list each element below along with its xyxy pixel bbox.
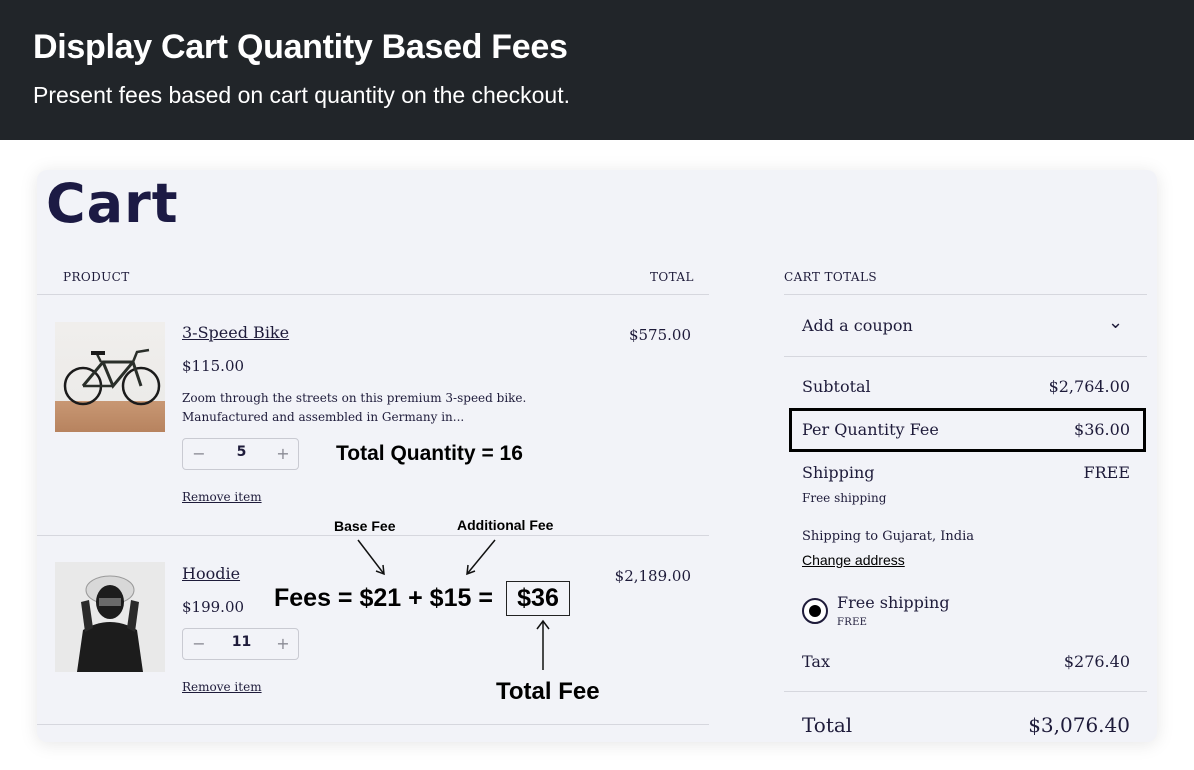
base-fee-arrow xyxy=(357,539,385,575)
shipping-option-label[interactable]: Free shipping xyxy=(837,593,950,612)
banner-title: Display Cart Quantity Based Fees xyxy=(33,28,568,66)
shipping-destination: Shipping to Gujarat, India xyxy=(802,529,974,544)
total-value: $3,076.40 xyxy=(1028,713,1130,737)
tax-value: $276.40 xyxy=(1063,652,1130,671)
fee-label: Per Quantity Fee xyxy=(802,420,939,439)
annotation-arrows xyxy=(357,539,550,670)
tax-label: Tax xyxy=(802,652,830,671)
change-address-link[interactable]: Change address xyxy=(802,552,905,568)
total-label: Total xyxy=(802,713,853,737)
fee-value: $36.00 xyxy=(1074,420,1130,439)
divider xyxy=(784,691,1147,692)
shipping-value: FREE xyxy=(1083,463,1130,482)
shipping-method: Free shipping xyxy=(802,491,887,505)
shipping-label: Shipping xyxy=(802,463,875,482)
additional-fee-arrow xyxy=(466,539,496,575)
cart-panel: Cart PRODUCT TOTAL CART TOTALS 3-Speed B… xyxy=(37,170,1157,742)
header-banner: Display Cart Quantity Based Fees Present… xyxy=(0,0,1194,140)
cart-totals-heading: CART TOTALS xyxy=(784,270,877,284)
shipping-option-price: FREE xyxy=(837,617,868,628)
chevron-down-icon[interactable]: ⌄ xyxy=(1108,312,1123,333)
subtotal-value: $2,764.00 xyxy=(1048,377,1130,396)
add-coupon-toggle[interactable]: Add a coupon xyxy=(802,316,913,335)
divider xyxy=(784,356,1147,357)
free-shipping-radio[interactable] xyxy=(802,598,828,624)
subtotal-label: Subtotal xyxy=(802,377,871,396)
banner-subtitle: Present fees based on cart quantity on t… xyxy=(33,82,571,108)
divider xyxy=(784,294,1147,295)
radio-selected-icon xyxy=(809,605,821,617)
